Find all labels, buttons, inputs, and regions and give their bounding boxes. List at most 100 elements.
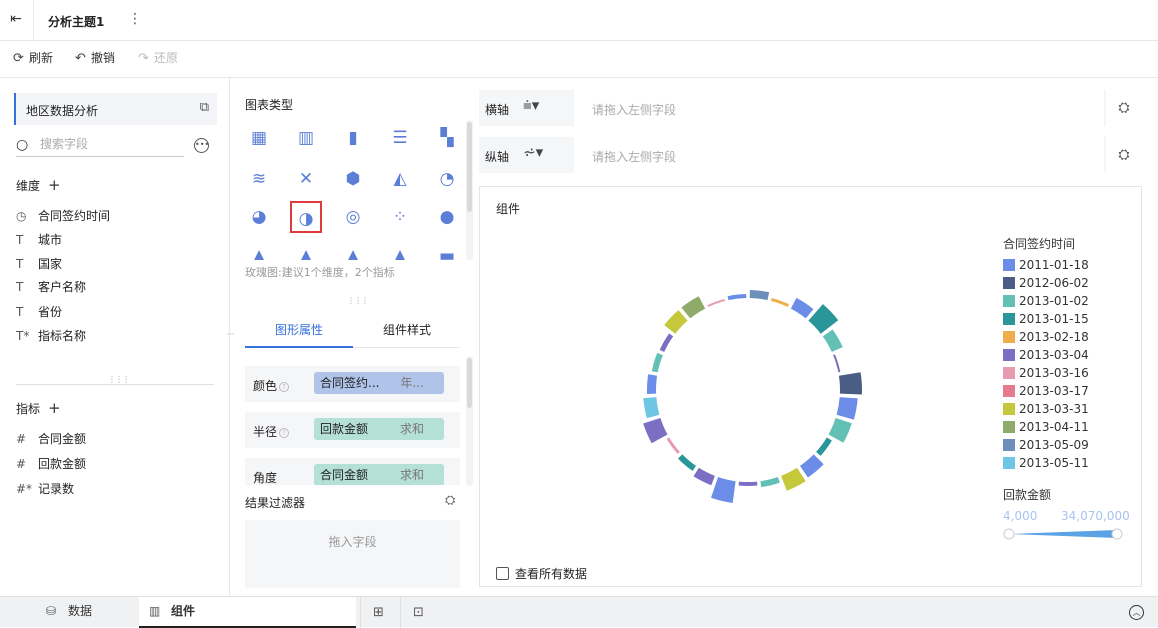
rose-segment[interactable] — [760, 477, 780, 488]
help-icon[interactable]: ? — [279, 428, 290, 438]
show-all-data-checkbox[interactable]: 查看所有数据 — [496, 565, 587, 582]
resize-handle[interactable]: ⋮⋮⋮ — [347, 297, 369, 305]
switch-dataset-icon[interactable]: ⧉ — [200, 100, 209, 115]
rose-chart[interactable] — [628, 270, 868, 510]
tab-component[interactable]: ▥ 组件 — [139, 597, 356, 628]
add-measure-icon[interactable]: + — [48, 399, 61, 417]
rose-segment[interactable] — [738, 481, 758, 486]
scatter-line-icon[interactable]: ✕ — [290, 163, 322, 195]
slider-handle-min[interactable] — [1003, 528, 1015, 540]
range-bar-icon[interactable]: ▚ — [431, 122, 461, 154]
measure-field[interactable]: # 回款金额 — [16, 455, 86, 472]
pill-aggregation[interactable]: 求和 — [400, 464, 424, 485]
rose-segment[interactable] — [749, 290, 770, 301]
chart-type-scrollbar[interactable] — [467, 122, 472, 212]
tab-graphic-properties[interactable]: 图形属性 — [275, 321, 323, 338]
dimension-field[interactable]: T 国家 — [16, 255, 62, 272]
y-axis-type-icon[interactable]: ⩫▾ — [523, 143, 563, 167]
dimension-field[interactable]: ◷ 合同签约时间 — [16, 207, 110, 224]
legend-item[interactable]: 2013-01-15 — [1003, 312, 1089, 326]
dimension-field[interactable]: T 客户名称 — [16, 278, 86, 295]
radius-field-pill[interactable]: 回款金额 求和 — [314, 418, 444, 440]
detail-table-icon[interactable]: ▥ — [290, 122, 322, 154]
rose-segment[interactable] — [681, 296, 706, 319]
dataset-selector[interactable]: 地区数据分析 ⧉ — [14, 93, 217, 125]
slider-handle-max[interactable] — [1111, 528, 1123, 540]
rose-segment[interactable] — [800, 454, 824, 478]
legend-item[interactable]: 2013-03-04 — [1003, 348, 1089, 362]
tab-component-style[interactable]: 组件样式 — [383, 321, 431, 338]
legend-item[interactable]: 2011-01-18 — [1003, 258, 1089, 272]
measure-field[interactable]: # 合同金额 — [16, 430, 86, 447]
angle-field-pill[interactable]: 合同金额 求和 — [314, 464, 444, 485]
pie-chart-icon[interactable]: ◕ — [243, 201, 275, 233]
line-chart-icon[interactable]: ≋ — [243, 163, 275, 195]
stacked-bar-icon[interactable]: ☰ — [384, 122, 416, 154]
rose-segment[interactable] — [651, 352, 663, 373]
rose-segment[interactable] — [828, 418, 852, 443]
rose-segment[interactable] — [727, 294, 747, 301]
x-axis-settings-icon[interactable]: ⛭ — [1106, 90, 1142, 126]
resize-handle[interactable]: ⋮⋮⋮ — [108, 376, 130, 384]
rose-segment[interactable] — [781, 467, 806, 491]
legend-item[interactable]: 2013-03-17 — [1003, 384, 1089, 398]
geo-map-icon[interactable]: ▬ — [431, 240, 461, 260]
rose-segment[interactable] — [836, 397, 858, 420]
more-icon[interactable]: ⋮ — [128, 11, 142, 27]
undo-button[interactable]: ↶ 撤销 — [75, 50, 115, 67]
rose-segment[interactable] — [678, 454, 696, 471]
rose-segment[interactable] — [770, 298, 789, 307]
add-component-icon[interactable]: ⊞ — [360, 597, 396, 628]
multi-pie-icon[interactable]: ◎ — [337, 201, 369, 233]
rose-segment[interactable] — [711, 477, 736, 503]
refresh-button[interactable]: ⟳ 刷新 — [13, 50, 53, 67]
rose-segment[interactable] — [838, 372, 862, 395]
filter-settings-icon[interactable]: ⛭ — [445, 493, 455, 508]
dimension-field[interactable]: T 省份 — [16, 303, 62, 320]
rose-chart-icon[interactable]: ◑ — [290, 201, 322, 233]
rose-segment[interactable] — [693, 467, 715, 486]
flow-map-icon[interactable]: ▲ — [337, 240, 369, 260]
legend-item[interactable]: 2013-05-09 — [1003, 438, 1089, 452]
size-legend-slider[interactable] — [1003, 527, 1123, 541]
more-options-icon[interactable]: ••• — [194, 138, 209, 153]
radar-chart-icon[interactable]: ⬢ — [337, 163, 369, 195]
pill-aggregation[interactable]: 求和 — [400, 418, 424, 440]
rose-segment[interactable] — [664, 310, 688, 334]
measure-field[interactable]: #* 记录数 — [16, 480, 74, 497]
gauge-chart-icon[interactable]: ◔ — [431, 163, 461, 195]
color-field-pill[interactable]: 合同签约... 年... — [314, 372, 444, 394]
search-input[interactable] — [40, 137, 180, 151]
bar-chart-icon[interactable]: ▮ — [337, 122, 369, 154]
rose-segment[interactable] — [666, 437, 680, 454]
analysis-title[interactable]: 分析主题1 — [48, 13, 104, 30]
heat-map-icon[interactable]: ▲ — [384, 240, 416, 260]
legend-item[interactable]: 2013-03-16 — [1003, 366, 1089, 380]
tab-data[interactable]: ⛁ 数据 — [0, 597, 139, 628]
add-dashboard-icon[interactable]: ⊡ — [400, 597, 436, 628]
bubble-chart-icon[interactable]: ● — [431, 201, 461, 233]
map-chart-icon[interactable]: ▲ — [243, 240, 275, 260]
point-map-icon[interactable]: ▲ — [290, 240, 322, 260]
area-chart-icon[interactable]: ◭ — [384, 163, 416, 195]
exit-icon[interactable]: ⇤ — [6, 9, 26, 29]
rose-segment[interactable] — [822, 329, 843, 353]
rose-segment[interactable] — [707, 299, 726, 307]
rose-segment[interactable] — [816, 437, 832, 456]
legend-item[interactable]: 2012-06-02 — [1003, 276, 1089, 290]
rose-segment[interactable] — [659, 333, 674, 353]
add-dimension-icon[interactable]: + — [48, 176, 61, 194]
grouped-table-icon[interactable]: ▦ — [243, 122, 275, 154]
rose-segment[interactable] — [790, 297, 814, 319]
y-axis-drop-zone[interactable]: 请拖入左侧字段 — [574, 137, 1104, 173]
checkbox-box[interactable] — [496, 567, 509, 580]
dimension-field[interactable]: T 城市 — [16, 231, 62, 248]
rose-segment[interactable] — [643, 397, 660, 419]
x-axis-drop-zone[interactable]: 请拖入左侧字段 — [574, 90, 1104, 126]
legend-item[interactable]: 2013-02-18 — [1003, 330, 1089, 344]
pill-aggregation[interactable]: 年... — [401, 372, 424, 394]
legend-item[interactable]: 2013-03-31 — [1003, 402, 1089, 416]
rose-segment[interactable] — [808, 304, 839, 334]
x-axis-type-icon[interactable]: ⩧▾ — [523, 96, 563, 120]
redo-button[interactable]: ↷ 还原 — [138, 50, 178, 67]
